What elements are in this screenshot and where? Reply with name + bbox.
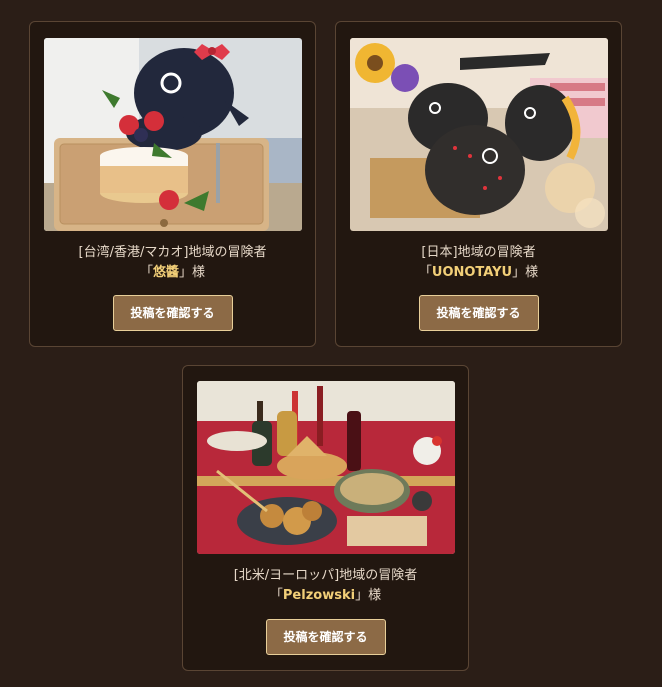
adventurer-name-line: 「悠醬」様	[30, 263, 315, 283]
quote-close: 」	[512, 265, 526, 280]
submission-photo	[44, 38, 302, 231]
adventurer-name: 悠醬	[152, 265, 179, 280]
quote-close: 」	[179, 265, 193, 280]
submission-gallery: [台湾/香港/マカオ]地域の冒険者 「悠醬」様 投稿を確認する [日本]地域の冒…	[0, 0, 662, 687]
honorific: 様	[525, 265, 539, 280]
honorific: 様	[192, 265, 206, 280]
submission-card: [台湾/香港/マカオ]地域の冒険者 「悠醬」様 投稿を確認する	[29, 21, 316, 347]
adventurer-name: UONOTAYU	[431, 265, 513, 280]
view-submission-button[interactable]: 投稿を確認する	[112, 295, 233, 331]
quote-open: 「	[139, 265, 153, 280]
honorific: 様	[368, 588, 382, 603]
submission-caption: [日本]地域の冒険者 「UONOTAYU」様	[336, 243, 621, 283]
adventurer-name-line: 「UONOTAYU」様	[336, 263, 621, 283]
quote-close: 」	[355, 588, 369, 603]
region-label: [台湾/香港/マカオ]地域の冒険者	[78, 245, 267, 260]
submission-caption: [北米/ヨーロッパ]地域の冒険者 「Pelzowski」様	[183, 566, 468, 606]
region-label: [日本]地域の冒険者	[421, 245, 536, 260]
region-label: [北米/ヨーロッパ]地域の冒険者	[233, 568, 418, 583]
view-submission-button[interactable]: 投稿を確認する	[418, 295, 539, 331]
submission-photo	[350, 38, 608, 231]
view-submission-button[interactable]: 投稿を確認する	[265, 619, 386, 655]
quote-open: 「	[269, 588, 283, 603]
adventurer-name: Pelzowski	[282, 588, 356, 603]
submission-caption: [台湾/香港/マカオ]地域の冒険者 「悠醬」様	[30, 243, 315, 283]
adventurer-name-line: 「Pelzowski」様	[183, 586, 468, 606]
submission-card: [北米/ヨーロッパ]地域の冒険者 「Pelzowski」様 投稿を確認する	[182, 365, 469, 671]
submission-card: [日本]地域の冒険者 「UONOTAYU」様 投稿を確認する	[335, 21, 622, 347]
quote-open: 「	[418, 265, 432, 280]
submission-photo	[197, 381, 455, 554]
